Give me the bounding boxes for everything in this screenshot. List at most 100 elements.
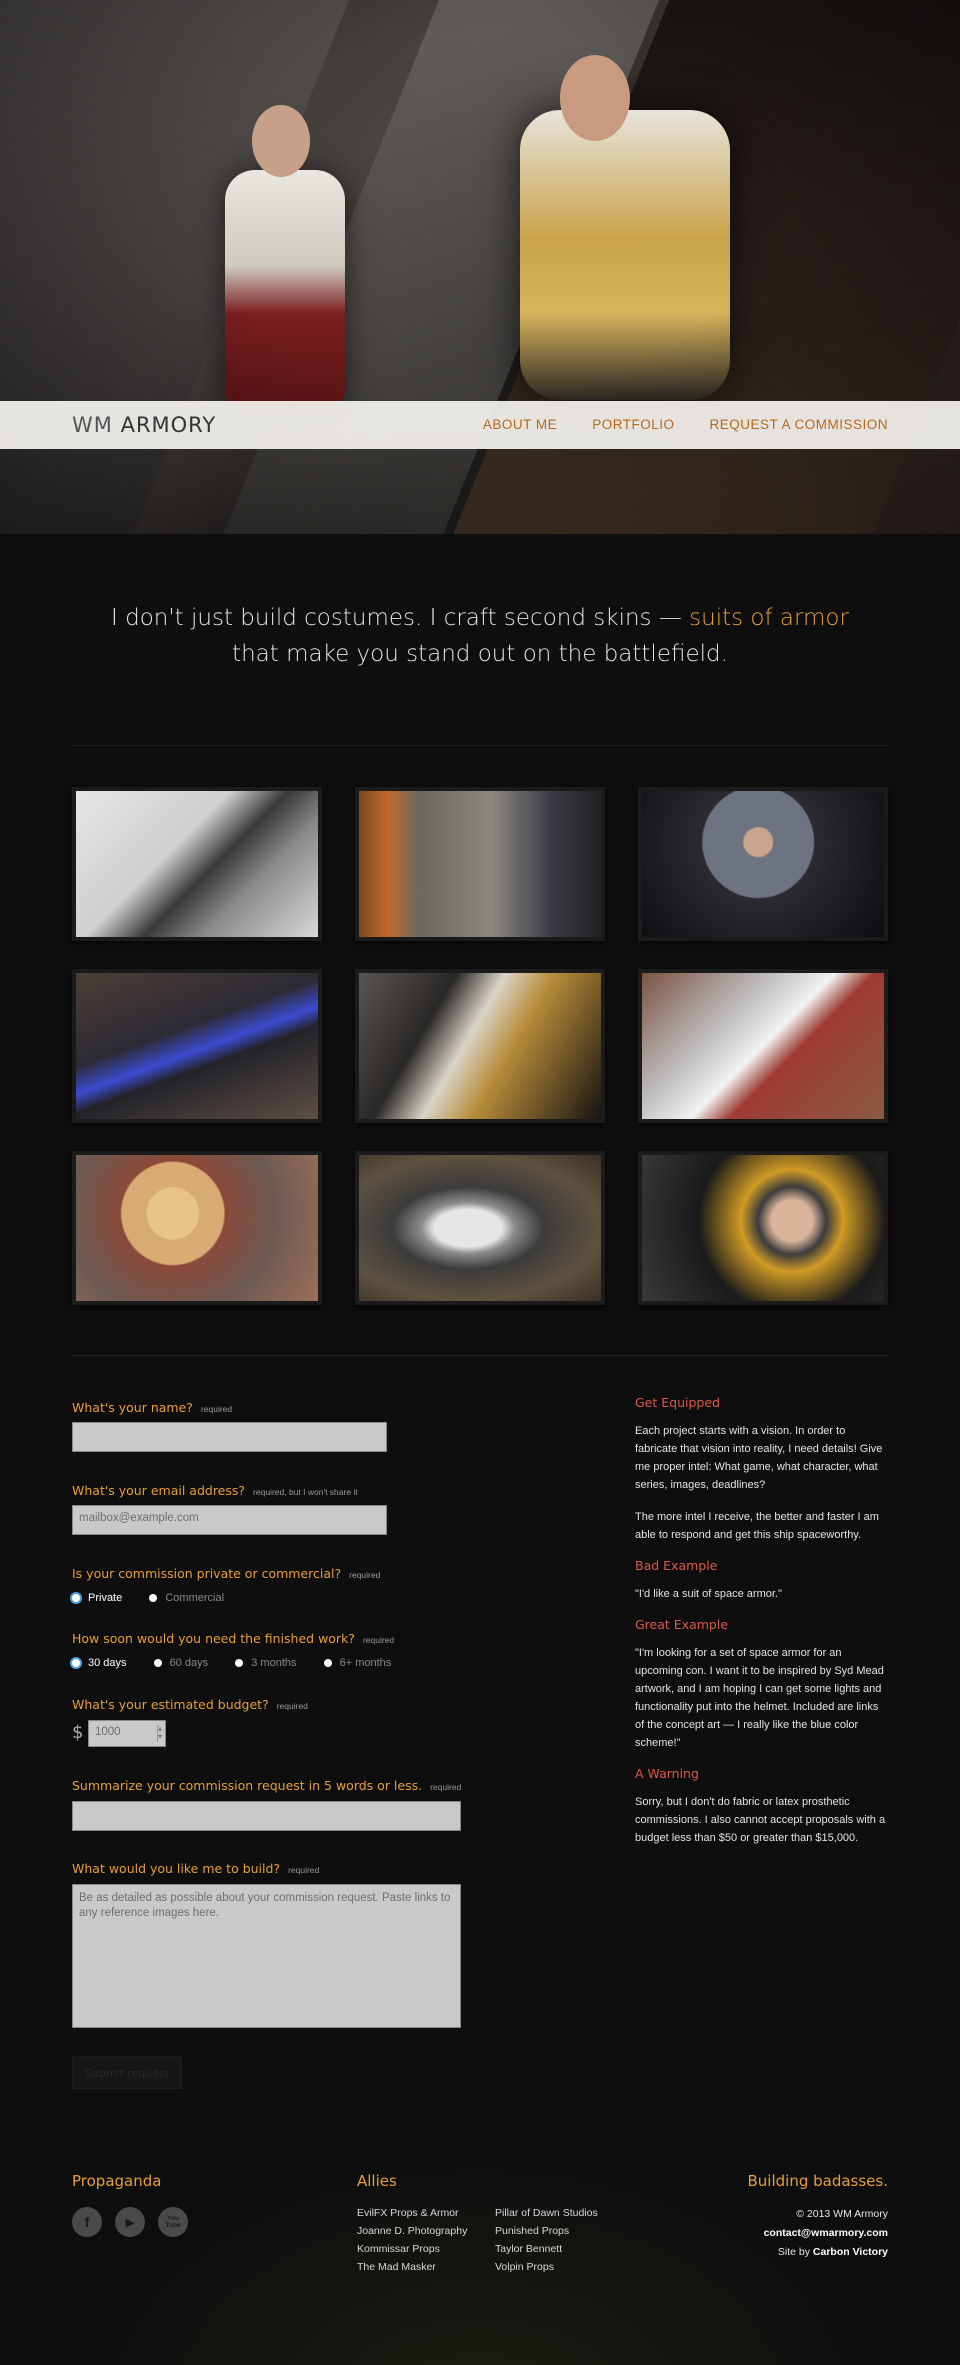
site-credit: Site by Carbon Victory <box>764 2243 888 2262</box>
radio-3-months[interactable]: 3 months <box>235 1657 297 1669</box>
divider <box>72 1355 888 1356</box>
commission-guidelines: Get Equipped Each project starts with a … <box>635 1395 890 1861</box>
warning-heading: A Warning <box>635 1766 699 1781</box>
ally-link[interactable]: The Mad Masker <box>357 2261 495 2273</box>
gallery-thumb-duo-action[interactable] <box>355 969 605 1123</box>
gallery-thumb-soldier-back[interactable] <box>72 787 322 941</box>
nav-request-commission[interactable]: REQUEST A COMMISSION <box>709 417 888 432</box>
radio-label: Private <box>88 1592 123 1604</box>
copyright: © 2013 WM Armory <box>796 2208 888 2220</box>
hero-image: WM ARMORY ABOUT ME PORTFOLIO REQUEST A C… <box>0 0 960 534</box>
required-note: required <box>349 1570 381 1580</box>
timeline-label: How soon would you need the finished wor… <box>72 1628 394 1647</box>
contact-email-link[interactable]: contact@wmarmory.com <box>764 2224 888 2243</box>
allies-list: EvilFX Props & Armor Pillar of Dawn Stud… <box>357 2207 635 2273</box>
radio-commercial[interactable]: Commercial <box>149 1592 224 1604</box>
social-links: f ▶ You Tube <box>72 2207 188 2237</box>
type-label: Is your commission private or commercial… <box>72 1563 380 1582</box>
radio-30-days[interactable]: 30 days <box>72 1657 127 1669</box>
gallery-image <box>76 791 318 937</box>
tagline-footer: Building badasses. <box>747 2172 889 2190</box>
great-example-heading: Great Example <box>635 1617 729 1632</box>
gallery-thumb-blonde-portrait[interactable] <box>72 1151 322 1305</box>
gallery-thumb-woman-rifle[interactable] <box>638 1151 888 1305</box>
radio-private[interactable]: Private <box>72 1592 122 1604</box>
type-radio-group: Private Commercial <box>72 1587 246 1606</box>
propaganda-heading: Propaganda <box>72 2172 162 2190</box>
great-example-text: "I'm looking for a set of space armor fo… <box>635 1647 884 1749</box>
budget-stepper-icon[interactable]: ▴ ▾ <box>157 1725 164 1742</box>
email-question: What's your email address? <box>72 1483 246 1498</box>
radio-label: 60 days <box>169 1657 209 1669</box>
submit-button[interactable]: Submit request <box>72 2056 182 2089</box>
radio-dot <box>323 1659 332 1667</box>
ally-link[interactable]: Pillar of Dawn Studios <box>495 2207 635 2219</box>
site-by-link[interactable]: Carbon Victory <box>813 2246 888 2258</box>
divider <box>72 745 888 746</box>
radio-6-months[interactable]: 6+ months <box>323 1657 391 1669</box>
navbar: WM ARMORY ABOUT ME PORTFOLIO REQUEST A C… <box>0 401 960 449</box>
summary-input[interactable] <box>72 1801 461 1831</box>
radio-60-days[interactable]: 60 days <box>153 1657 209 1669</box>
email-input[interactable]: mailbox@example.com <box>72 1505 387 1535</box>
required-note: required, but I won't share it <box>253 1487 358 1497</box>
gallery-thumb-gauntlet[interactable] <box>638 969 888 1123</box>
radio-dot <box>153 1659 162 1667</box>
nav-portfolio[interactable]: PORTFOLIO <box>592 417 674 432</box>
name-input[interactable] <box>72 1422 387 1452</box>
tagline-highlight: suits of armor <box>689 605 849 631</box>
youtube-icon[interactable]: You Tube <box>158 2207 188 2237</box>
currency-symbol: $ <box>72 1722 84 1743</box>
radio-dot <box>72 1594 80 1602</box>
tagline-part2: that make you stand out on the battlefie… <box>232 641 728 667</box>
details-label: What would you like me to build? required <box>72 1858 319 1877</box>
summary-label: Summarize your commission request in 5 w… <box>72 1775 461 1794</box>
budget-label: What's your estimated budget? required <box>72 1694 308 1713</box>
page: WM ARMORY ABOUT ME PORTFOLIO REQUEST A C… <box>0 0 960 2365</box>
main-nav: ABOUT ME PORTFOLIO REQUEST A COMMISSION <box>483 417 888 432</box>
timeline-radio-group: 30 days 60 days 3 months 6+ months <box>72 1652 413 1671</box>
allies-heading: Allies <box>357 2172 397 2190</box>
budget-input[interactable]: 1000 <box>88 1720 166 1747</box>
radio-label: 3 months <box>251 1657 297 1669</box>
gallery-image <box>642 1155 884 1301</box>
required-note: required <box>200 1404 233 1414</box>
ally-link[interactable]: Kommissar Props <box>357 2243 495 2255</box>
tagline: I don't just build costumes. I craft sec… <box>0 600 960 672</box>
ally-link[interactable]: Taylor Bennett <box>495 2243 635 2255</box>
required-note: required <box>276 1701 308 1711</box>
gallery-thumb-pistol[interactable] <box>355 1151 605 1305</box>
contact-email: contact@wmarmory.com <box>763 2227 888 2239</box>
get-equipped-text-2: The more intel I receive, the better and… <box>635 1511 879 1541</box>
summary-question: Summarize your commission request in 5 w… <box>72 1778 423 1793</box>
gallery-image <box>76 973 318 1119</box>
radio-dot <box>149 1594 158 1602</box>
gallery-thumb-n7-armor[interactable] <box>638 787 888 941</box>
gallery-image <box>76 1155 318 1301</box>
gallery-thumb-armor-plate[interactable] <box>355 787 605 941</box>
budget-question: What's your estimated budget? <box>72 1697 269 1712</box>
ally-link[interactable]: EvilFX Props & Armor <box>357 2207 495 2219</box>
gallery-image <box>359 1155 601 1301</box>
bad-example-heading: Bad Example <box>635 1558 718 1573</box>
ally-link[interactable]: Volpin Props <box>495 2261 635 2273</box>
gallery-image <box>642 791 884 937</box>
ally-link[interactable]: Joanne D. Photography <box>357 2225 495 2237</box>
nav-about-me[interactable]: ABOUT ME <box>483 417 557 432</box>
footer: Propaganda f ▶ You Tube Allies EvilFX Pr… <box>0 2100 960 2365</box>
footer-info: © 2013 WM Armory contact@wmarmory.com Si… <box>764 2205 888 2262</box>
facebook-icon[interactable]: f <box>72 2207 102 2237</box>
radio-label: Commercial <box>165 1592 225 1604</box>
required-note: required <box>362 1635 395 1645</box>
hero-vignette <box>0 0 960 534</box>
gallery-image <box>642 973 884 1119</box>
type-question: Is your commission private or commercial… <box>72 1566 342 1581</box>
vimeo-icon[interactable]: ▶ <box>115 2207 145 2237</box>
gallery-thumb-blue-rifle[interactable] <box>72 969 322 1123</box>
ally-link[interactable]: Punished Props <box>495 2225 635 2237</box>
details-textarea[interactable]: Be as detailed as possible about your co… <box>72 1884 461 2028</box>
gallery-image <box>359 791 601 937</box>
radio-label: 30 days <box>88 1657 127 1669</box>
site-logo[interactable]: WM ARMORY <box>72 413 216 437</box>
required-note: required <box>288 1865 320 1875</box>
